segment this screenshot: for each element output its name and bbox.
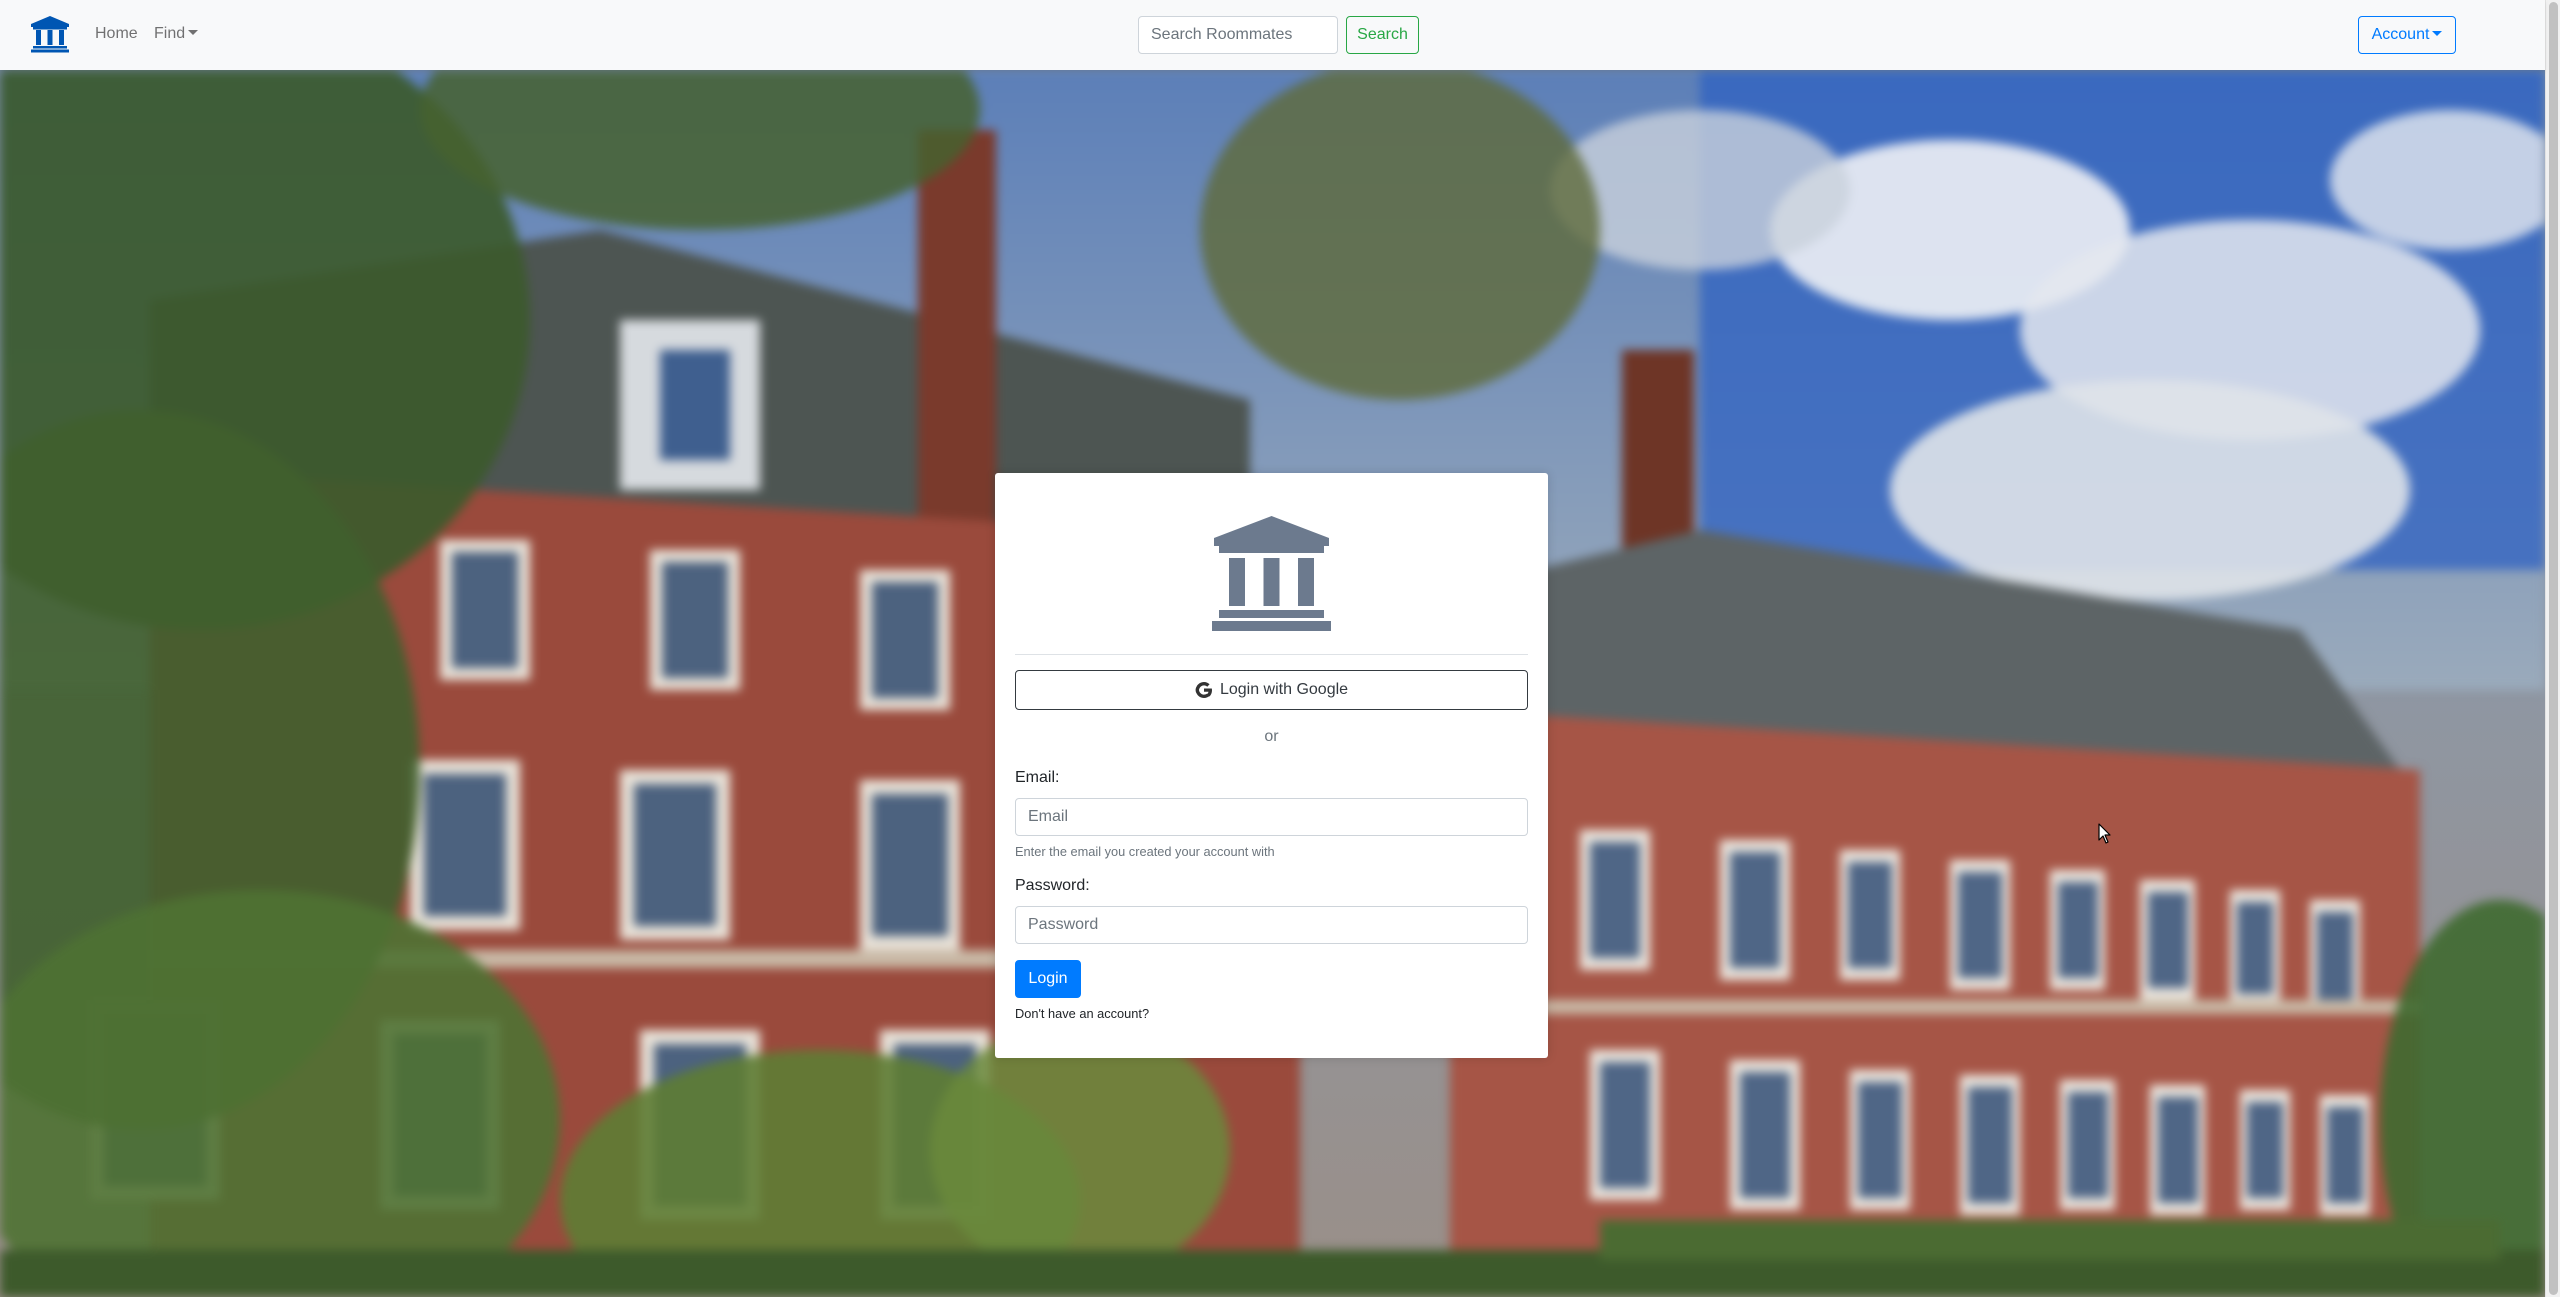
page-scrollbar[interactable]	[2545, 0, 2560, 1297]
account-label: Account	[2371, 26, 2430, 43]
chevron-down-icon	[188, 30, 199, 36]
login-card: Login with Google or Email: Enter the em…	[995, 473, 1548, 1058]
nav-home-link[interactable]: Home	[95, 24, 138, 44]
scrollbar-thumb[interactable]	[2549, 2, 2558, 1295]
bank-building-icon	[1212, 516, 1331, 631]
brand-logo-link[interactable]	[29, 15, 71, 53]
google-button-label: Login with Google	[1219, 681, 1349, 698]
top-navbar: Home Find Search Account	[0, 0, 2545, 70]
or-separator: or	[1264, 728, 1279, 745]
nav-find-label: Find	[154, 25, 186, 42]
password-field[interactable]	[1015, 906, 1528, 944]
search-button[interactable]: Search	[1346, 16, 1419, 54]
account-dropdown-button[interactable]: Account	[2358, 16, 2456, 54]
email-label: Email:	[1015, 769, 1060, 786]
card-divider	[1015, 654, 1528, 655]
search-roommates-input[interactable]	[1138, 16, 1338, 54]
login-button[interactable]: Login	[1015, 960, 1081, 998]
email-field[interactable]	[1015, 798, 1528, 836]
email-help-text: Enter the email you created your account…	[1015, 844, 1275, 859]
password-label: Password:	[1015, 877, 1090, 894]
signup-link[interactable]: Don't have an account?	[1015, 1006, 1149, 1021]
chevron-down-icon	[2432, 31, 2443, 37]
mouse-pointer-icon	[2098, 823, 2111, 844]
google-g-icon	[1195, 682, 1212, 698]
nav-find-dropdown[interactable]: Find	[154, 24, 199, 44]
bank-building-icon	[31, 16, 69, 53]
login-with-google-button[interactable]: Login with Google	[1015, 670, 1528, 710]
